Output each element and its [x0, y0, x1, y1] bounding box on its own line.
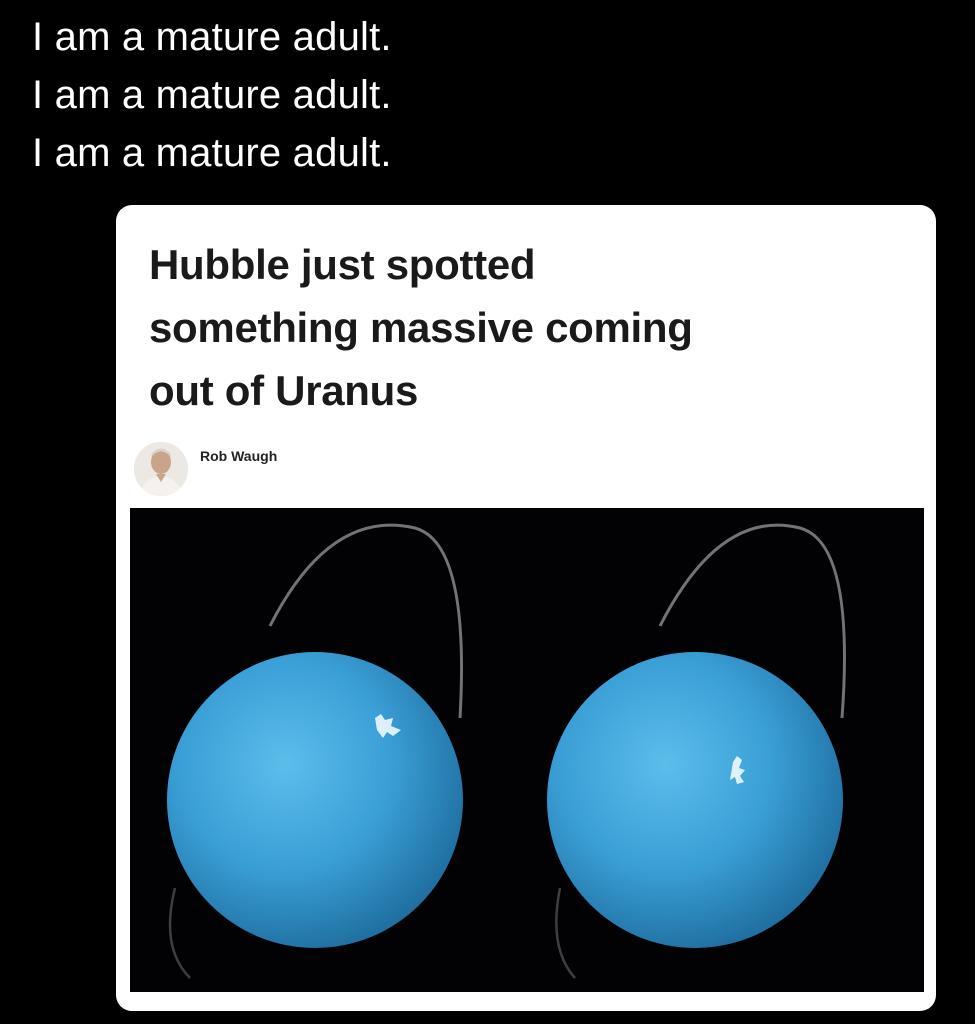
caption-line: I am a mature adult.	[32, 15, 392, 59]
article-headline[interactable]: Hubble just spotted something massive co…	[149, 233, 909, 422]
headline-line: something massive coming	[149, 304, 693, 351]
uranus-image	[130, 508, 924, 992]
author-avatar[interactable]	[134, 442, 188, 496]
caption-text: I am a mature adult. I am a mature adult…	[32, 8, 392, 182]
author-portrait-icon	[134, 442, 188, 496]
byline: Rob Waugh	[134, 442, 277, 496]
uranus-photo	[130, 508, 924, 992]
headline-line: out of Uranus	[149, 367, 419, 414]
author-name[interactable]: Rob Waugh	[200, 448, 277, 464]
caption-line: I am a mature adult.	[32, 73, 392, 117]
article-card[interactable]: Hubble just spotted something massive co…	[116, 205, 936, 1011]
headline-line: Hubble just spotted	[149, 241, 536, 288]
caption-line: I am a mature adult.	[32, 131, 392, 175]
meme-page: I am a mature adult. I am a mature adult…	[0, 0, 975, 1024]
